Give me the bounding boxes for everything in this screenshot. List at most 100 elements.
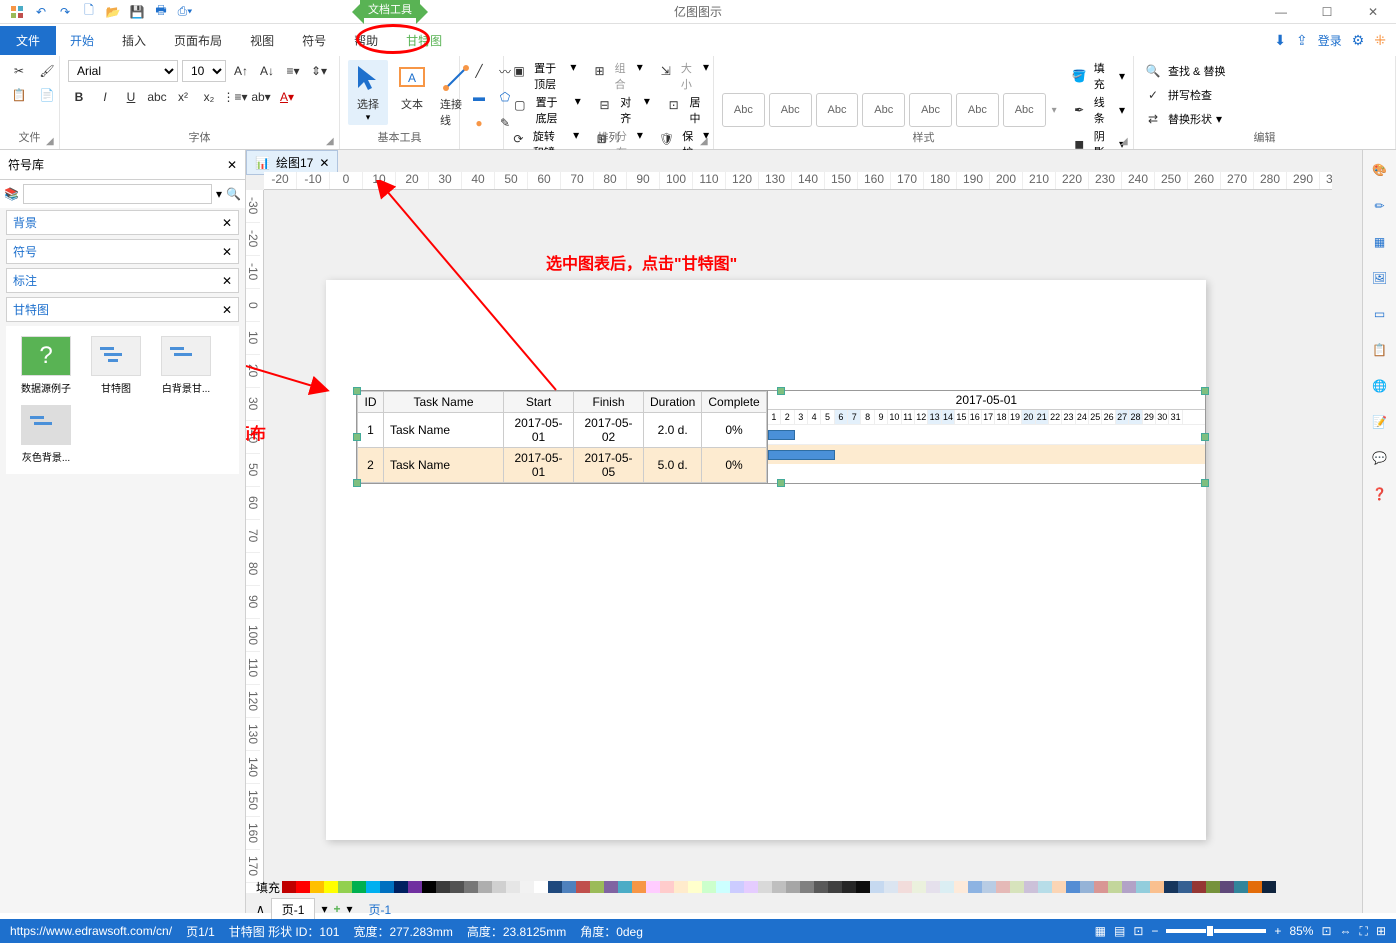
color-swatch[interactable] — [604, 881, 618, 893]
view-mode-icon[interactable]: ▦ — [1095, 924, 1106, 938]
status-url[interactable]: https://www.edrawsoft.com/cn/ — [10, 924, 172, 938]
color-swatch[interactable] — [436, 881, 450, 893]
color-swatch[interactable] — [282, 881, 296, 893]
menu-view[interactable]: 视图 — [236, 26, 288, 55]
spellcheck-icon[interactable]: ✓ — [1142, 84, 1164, 106]
style-icon[interactable]: ✏ — [1368, 194, 1392, 218]
font-name-select[interactable]: Arial — [68, 60, 178, 82]
style-preset[interactable]: Abc — [909, 93, 952, 127]
page-tab[interactable]: 页-1 — [271, 898, 316, 921]
color-swatch[interactable] — [520, 881, 534, 893]
color-swatch[interactable] — [548, 881, 562, 893]
style-more-icon[interactable]: ▾ — [1052, 105, 1057, 116]
text-button[interactable]: A文本 — [392, 60, 432, 114]
sidebar-close-icon[interactable]: ✕ — [227, 158, 237, 172]
maximize-button[interactable]: ☐ — [1304, 0, 1350, 24]
menu-insert[interactable]: 插入 — [108, 26, 160, 55]
find-icon[interactable]: 🔍 — [1142, 60, 1164, 82]
style-preset[interactable]: Abc — [956, 93, 999, 127]
color-swatch[interactable] — [1262, 881, 1276, 893]
color-swatch[interactable] — [1066, 881, 1080, 893]
chat-icon[interactable]: 💬 — [1368, 446, 1392, 470]
color-swatch[interactable] — [842, 881, 856, 893]
add-page-icon[interactable]: + — [334, 902, 341, 916]
color-swatch[interactable] — [982, 881, 996, 893]
style-preset[interactable]: Abc — [769, 93, 812, 127]
color-swatch[interactable] — [856, 881, 870, 893]
font-size-select[interactable]: 10 — [182, 60, 226, 82]
color-swatch[interactable] — [702, 881, 716, 893]
color-swatch[interactable] — [394, 881, 408, 893]
table-row[interactable]: 1Task Name2017-05-012017-05-022.0 d.0% — [358, 413, 767, 448]
color-swatch[interactable] — [506, 881, 520, 893]
launcher-icon[interactable]: ◢ — [1120, 136, 1130, 146]
view-mode-icon[interactable]: ▤ — [1114, 924, 1125, 938]
launcher-icon[interactable]: ◢ — [46, 136, 56, 146]
launcher-icon[interactable]: ◢ — [700, 136, 710, 146]
color-swatch[interactable] — [1038, 881, 1052, 893]
export-icon[interactable]: ⎙▾ — [176, 3, 194, 21]
color-swatch[interactable] — [562, 881, 576, 893]
color-swatch[interactable] — [674, 881, 688, 893]
color-swatch[interactable] — [1220, 881, 1234, 893]
color-swatch[interactable] — [758, 881, 772, 893]
style-preset[interactable]: Abc — [1003, 93, 1046, 127]
share-icon[interactable]: ⇪ — [1296, 32, 1308, 49]
cut-icon[interactable]: ✂ — [8, 60, 30, 82]
color-swatch[interactable] — [478, 881, 492, 893]
font-color-icon[interactable]: A▾ — [276, 86, 298, 108]
menu-symbol[interactable]: 符号 — [288, 26, 340, 55]
search-dropdown-icon[interactable]: ▾ — [216, 187, 222, 201]
color-swatch[interactable] — [1052, 881, 1066, 893]
size-icon[interactable]: ⇲ — [659, 60, 673, 82]
color-swatch[interactable] — [324, 881, 338, 893]
line-shape-icon[interactable]: ╱ — [468, 60, 490, 82]
lib-item-gantt[interactable]: 甘特图 — [86, 336, 146, 395]
color-swatch[interactable] — [660, 881, 674, 893]
color-swatch[interactable] — [772, 881, 786, 893]
redo-icon[interactable]: ↷ — [56, 3, 74, 21]
minimize-button[interactable]: — — [1258, 0, 1304, 24]
zoom-slider[interactable] — [1166, 929, 1266, 933]
color-swatch[interactable] — [800, 881, 814, 893]
color-swatch[interactable] — [996, 881, 1010, 893]
fill-icon[interactable]: 🪣 — [1069, 65, 1090, 87]
image-icon[interactable]: 🖼 — [1368, 266, 1392, 290]
color-swatch[interactable] — [1164, 881, 1178, 893]
paste-icon[interactable]: 📄 — [36, 84, 58, 106]
resize-handle[interactable] — [353, 387, 361, 395]
gantt-bar[interactable] — [768, 450, 835, 460]
layer-icon[interactable]: ▭ — [1368, 302, 1392, 326]
color-swatch[interactable] — [1234, 881, 1248, 893]
apps-icon[interactable]: ⁜ — [1374, 32, 1386, 49]
ellipse-shape-icon[interactable]: ● — [468, 112, 490, 134]
color-swatch[interactable] — [352, 881, 366, 893]
close-button[interactable]: ✕ — [1350, 0, 1396, 24]
zoom-in-icon[interactable]: + — [1274, 924, 1281, 938]
color-swatch[interactable] — [912, 881, 926, 893]
lib-section-gantt[interactable]: 甘特图✕ — [6, 297, 239, 322]
lib-section-callout[interactable]: 标注✕ — [6, 268, 239, 293]
lib-section-bg[interactable]: 背景✕ — [6, 210, 239, 235]
zoom-out-icon[interactable]: − — [1151, 924, 1158, 938]
fit-page-icon[interactable]: ⊡ — [1321, 924, 1331, 938]
superscript-icon[interactable]: x² — [172, 86, 194, 108]
save-icon[interactable]: 💾 — [128, 3, 146, 21]
color-swatch[interactable] — [1010, 881, 1024, 893]
page-canvas[interactable] — [326, 280, 1206, 840]
login-button[interactable]: 登录 — [1318, 32, 1342, 49]
menu-layout[interactable]: 页面布局 — [160, 26, 236, 55]
menu-help[interactable]: 帮助 — [340, 26, 392, 55]
logo-icon[interactable] — [8, 3, 26, 21]
style-preset[interactable]: Abc — [722, 93, 765, 127]
help-icon[interactable]: ❓ — [1368, 482, 1392, 506]
color-swatch[interactable] — [310, 881, 324, 893]
style-preset[interactable]: Abc — [816, 93, 859, 127]
new-icon[interactable]: 🗋 — [80, 3, 98, 21]
sheet-tab[interactable]: 页-1 — [369, 901, 392, 918]
page-nav-icon[interactable]: ▾ — [347, 902, 353, 916]
shrink-font-icon[interactable]: A↓ — [256, 60, 278, 82]
color-swatch[interactable] — [814, 881, 828, 893]
color-swatch[interactable] — [688, 881, 702, 893]
color-swatch[interactable] — [1122, 881, 1136, 893]
